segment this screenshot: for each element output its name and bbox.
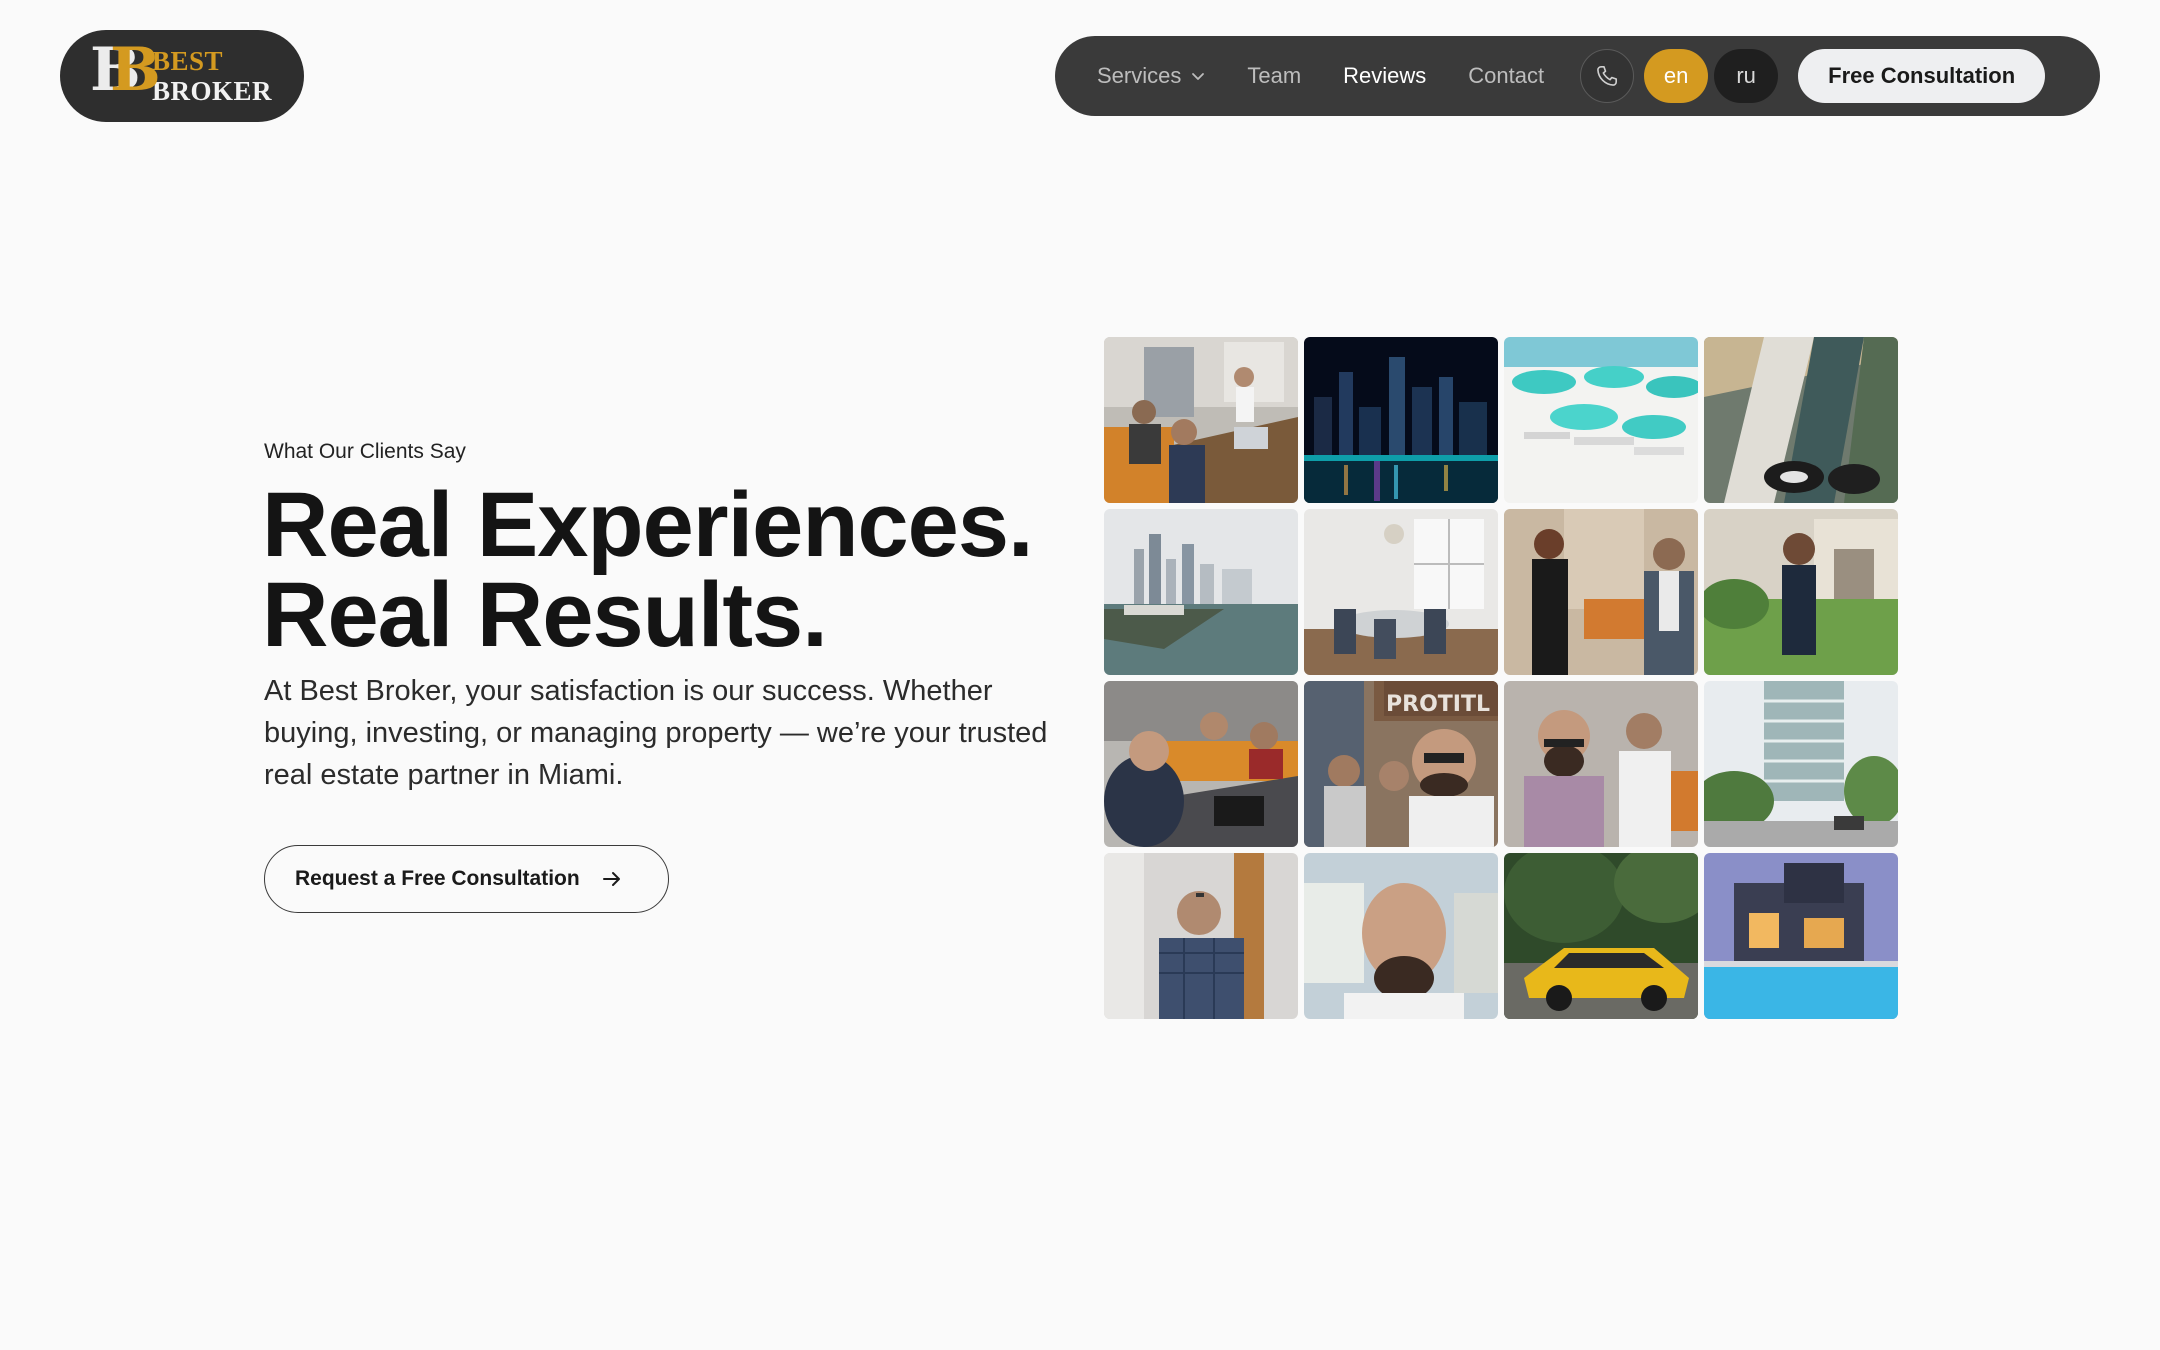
logo-word-best: BEST — [152, 46, 224, 76]
chevron-down-icon — [1192, 73, 1205, 80]
woman-house-photo[interactable] — [1704, 509, 1898, 675]
nav-item-label: Reviews — [1343, 63, 1427, 88]
logo-monogram: B B — [90, 35, 161, 105]
lang-en-button[interactable]: en — [1644, 49, 1709, 103]
sign-text: PROTITL — [1386, 692, 1490, 717]
nav-item-label: Team — [1247, 63, 1302, 88]
dining-room-interior-photo[interactable] — [1304, 509, 1498, 675]
nav-item-services[interactable]: Services — [1097, 63, 1205, 89]
headline-line-1: Real Experiences. — [262, 474, 1034, 576]
laptop-meeting-photo[interactable] — [1104, 681, 1298, 847]
team-meeting-photo[interactable] — [1104, 337, 1298, 503]
nav-item-contact[interactable]: Contact — [1468, 63, 1544, 89]
phone-button[interactable] — [1580, 49, 1635, 103]
bay-skyline-photo[interactable] — [1104, 509, 1298, 675]
request-consultation-button[interactable]: Request a Free Consultation — [264, 845, 669, 913]
logo-wordmark: BEST BROKER — [152, 46, 272, 106]
headline-line-2: Real Results. — [262, 564, 828, 666]
office-conversation-photo[interactable] — [1504, 509, 1698, 675]
hero-description: At Best Broker, your satisfaction is our… — [264, 675, 1048, 791]
nav-item-label: Contact — [1468, 63, 1545, 88]
page-title: Real Experiences. Real Results. — [262, 474, 1082, 666]
man-selfie-photo[interactable] — [1304, 853, 1498, 1019]
nav-item-label: Services — [1097, 63, 1182, 88]
group-selfie-photo[interactable]: PROTITL — [1304, 681, 1498, 847]
residential-tower-photo[interactable] — [1704, 681, 1898, 847]
beach-umbrellas-photo[interactable] — [1504, 337, 1698, 503]
free-consultation-button[interactable]: Free Consultation — [1798, 49, 2046, 103]
logo-word-broker: BROKER — [152, 76, 273, 106]
nav-item-reviews[interactable]: Reviews — [1343, 63, 1426, 89]
request-consultation-label: Request a Free Consultation — [295, 867, 580, 890]
yellow-sports-car-photo[interactable] — [1504, 853, 1698, 1019]
two-men-office-photo[interactable] — [1504, 681, 1698, 847]
nav-item-team[interactable]: Team — [1247, 63, 1301, 89]
modern-house-pool-photo[interactable] — [1704, 853, 1898, 1019]
arrow-right-icon — [602, 872, 620, 886]
section-eyebrow: What Our Clients Say — [264, 440, 466, 463]
logo[interactable]: B B BEST BROKER — [60, 30, 304, 122]
lang-ru-button[interactable]: ru — [1714, 49, 1779, 103]
aerial-coast-photo[interactable] — [1704, 337, 1898, 503]
testimonial-photo-grid: PROTITL — [1104, 337, 1898, 1019]
main-nav: Services Team Reviews Contact en ru Free… — [1055, 36, 2100, 116]
man-office-portrait-photo[interactable] — [1104, 853, 1298, 1019]
phone-icon — [1597, 65, 1618, 86]
city-night-skyline-photo[interactable] — [1304, 337, 1498, 503]
